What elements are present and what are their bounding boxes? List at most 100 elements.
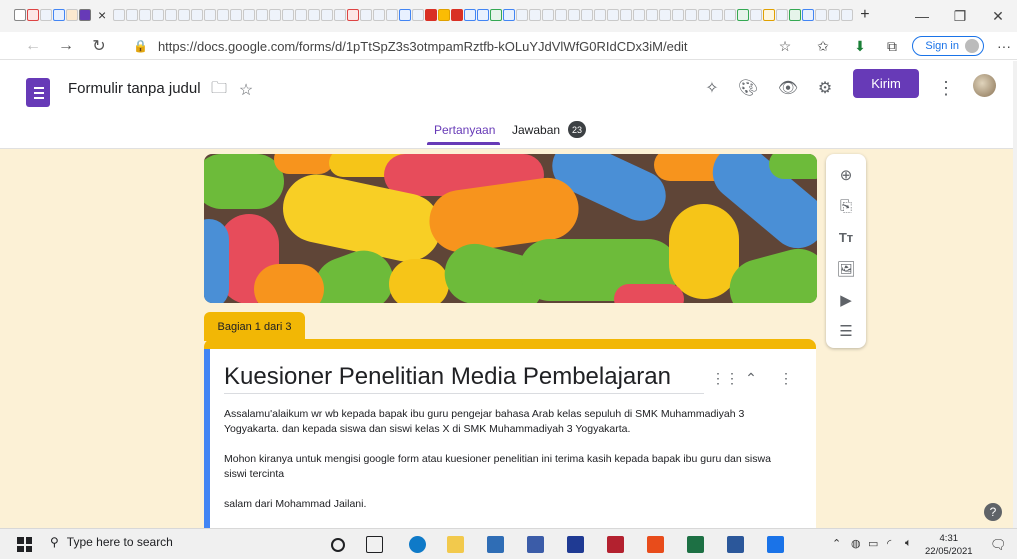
tab-favicon[interactable]: [802, 9, 815, 21]
tab-favicon[interactable]: [269, 9, 282, 21]
add-title-icon[interactable]: Tт: [835, 226, 857, 248]
tab-favicon[interactable]: [789, 9, 802, 21]
browser-menu-icon[interactable]: ···: [993, 35, 1015, 57]
tab-favicon[interactable]: [217, 9, 230, 21]
section-header-card[interactable]: Kuesioner Penelitian Media Pembelajaran …: [204, 339, 816, 539]
tab-favicon[interactable]: [594, 9, 607, 21]
tab-favicon[interactable]: [126, 9, 139, 21]
tab-favicon[interactable]: [165, 9, 178, 21]
reload-icon[interactable]: ↻: [88, 35, 110, 57]
excel-icon[interactable]: [687, 536, 704, 553]
tab-favicon[interactable]: [646, 9, 659, 21]
tab-favicon[interactable]: [139, 9, 152, 21]
add-question-icon[interactable]: ⊕: [835, 164, 857, 186]
store-icon[interactable]: [487, 536, 504, 553]
tab-favicon[interactable]: [529, 9, 542, 21]
tab-favicon[interactable]: [841, 9, 854, 21]
restore-icon[interactable]: ❐: [941, 0, 979, 32]
tab-favicon[interactable]: [490, 9, 503, 21]
tab-favicon[interactable]: [113, 9, 126, 21]
help-icon[interactable]: ?: [984, 503, 1002, 521]
tab-questions[interactable]: Pertanyaan: [434, 123, 495, 137]
drag-handle-icon[interactable]: ⋮⋮: [711, 369, 739, 387]
minimize-icon[interactable]: —: [903, 0, 941, 32]
tab-favicon[interactable]: [256, 9, 269, 21]
volume-icon[interactable]: 🔈︎: [905, 537, 912, 550]
tab-favicon[interactable]: [152, 9, 165, 21]
preview-eye-icon[interactable]: 👁︎: [776, 76, 800, 100]
tab-favicon[interactable]: [399, 9, 412, 21]
send-button[interactable]: Kirim: [853, 69, 919, 98]
folder-icon[interactable]: 🗀: [207, 78, 231, 102]
notifications-icon[interactable]: 🗨︎: [990, 537, 1007, 553]
windows-start-icon[interactable]: [17, 537, 32, 552]
gmail-tab-favicon[interactable]: [27, 9, 39, 21]
add-image-icon[interactable]: 🖼︎: [835, 258, 857, 280]
new-tab-button[interactable]: +: [860, 7, 869, 23]
palette-icon[interactable]: 🎨︎: [736, 76, 760, 100]
add-section-icon[interactable]: ☰: [835, 320, 857, 342]
tab-favicon[interactable]: [295, 9, 308, 21]
url-field[interactable]: 🔒 https://docs.google.com/forms/d/1pTtSp…: [123, 34, 793, 58]
tab-favicon[interactable]: [53, 9, 65, 21]
tab-favicon[interactable]: [243, 9, 256, 21]
tab-favicon[interactable]: [334, 9, 347, 21]
collections-icon[interactable]: ⧉: [881, 35, 903, 57]
addons-icon[interactable]: ✧: [700, 76, 724, 100]
form-title[interactable]: Formulir tanpa judul: [68, 80, 201, 97]
tab-favicon[interactable]: [386, 9, 399, 21]
tray-chevron-icon[interactable]: ⌃: [832, 537, 841, 550]
close-window-icon[interactable]: ✕: [979, 0, 1017, 32]
task-view-icon[interactable]: [366, 536, 383, 553]
tray-app-icon[interactable]: ◍: [851, 537, 861, 550]
lock-icon[interactable]: 🔒: [133, 39, 148, 53]
url-text[interactable]: https://docs.google.com/forms/d/1pTtSpZ3…: [158, 39, 688, 54]
tab-favicon[interactable]: [542, 9, 555, 21]
tab-favicon[interactable]: [282, 9, 295, 21]
more-options-icon[interactable]: ⋮: [934, 76, 958, 100]
tab-favicon[interactable]: [698, 9, 711, 21]
add-video-icon[interactable]: ▶: [835, 289, 857, 311]
battery-icon[interactable]: ▭: [868, 537, 878, 550]
system-clock[interactable]: 4:31 22/05/2021: [925, 532, 973, 558]
tab-favicon[interactable]: [40, 9, 52, 21]
section-title[interactable]: Kuesioner Penelitian Media Pembelajaran: [224, 363, 671, 391]
reader-mode-icon[interactable]: ☆: [774, 35, 796, 57]
tab-favicon[interactable]: [360, 9, 373, 21]
forms-logo-icon[interactable]: [26, 78, 50, 107]
tab-favicon[interactable]: [516, 9, 529, 21]
tab-favicon[interactable]: [607, 9, 620, 21]
app-icon[interactable]: [527, 536, 544, 553]
tab-favicon[interactable]: [347, 9, 360, 21]
collapse-icon[interactable]: ⌃: [742, 369, 760, 387]
forms-tab-favicon[interactable]: [79, 9, 91, 21]
tab-favicon[interactable]: [724, 9, 737, 21]
tab-responses[interactable]: Jawaban: [512, 123, 560, 137]
app-icon[interactable]: [767, 536, 784, 553]
tab-strip[interactable]: × +: [14, 7, 870, 23]
wifi-icon[interactable]: ◜: [887, 537, 891, 550]
signin-button[interactable]: Sign in: [912, 36, 984, 56]
favorites-icon[interactable]: ✩: [812, 35, 834, 57]
tab-favicon[interactable]: [425, 9, 438, 21]
app-icon[interactable]: [567, 536, 584, 553]
taskbar-search[interactable]: ⚲ Type here to search: [50, 535, 173, 549]
star-icon[interactable]: ☆: [234, 78, 258, 102]
tab-favicon[interactable]: [308, 9, 321, 21]
tab-favicon[interactable]: [633, 9, 646, 21]
tab-favicon[interactable]: [412, 9, 425, 21]
tab-favicon[interactable]: [568, 9, 581, 21]
tab-favicon[interactable]: [776, 9, 789, 21]
tab-close-icon[interactable]: ×: [98, 8, 106, 22]
tab-favicon[interactable]: [464, 9, 477, 21]
tab-favicon[interactable]: [685, 9, 698, 21]
tab-favicon[interactable]: [672, 9, 685, 21]
cortana-icon[interactable]: [331, 538, 345, 552]
tab-favicon[interactable]: [659, 9, 672, 21]
forward-icon[interactable]: →: [55, 35, 77, 57]
page-scrollbar[interactable]: [1013, 61, 1017, 528]
settings-gear-icon[interactable]: ⚙: [813, 76, 837, 100]
tab-favicon[interactable]: [451, 9, 464, 21]
tab-favicon[interactable]: [373, 9, 386, 21]
section-description[interactable]: Assalamu'alaikum wr wb kepada bapak ibu …: [224, 407, 794, 527]
